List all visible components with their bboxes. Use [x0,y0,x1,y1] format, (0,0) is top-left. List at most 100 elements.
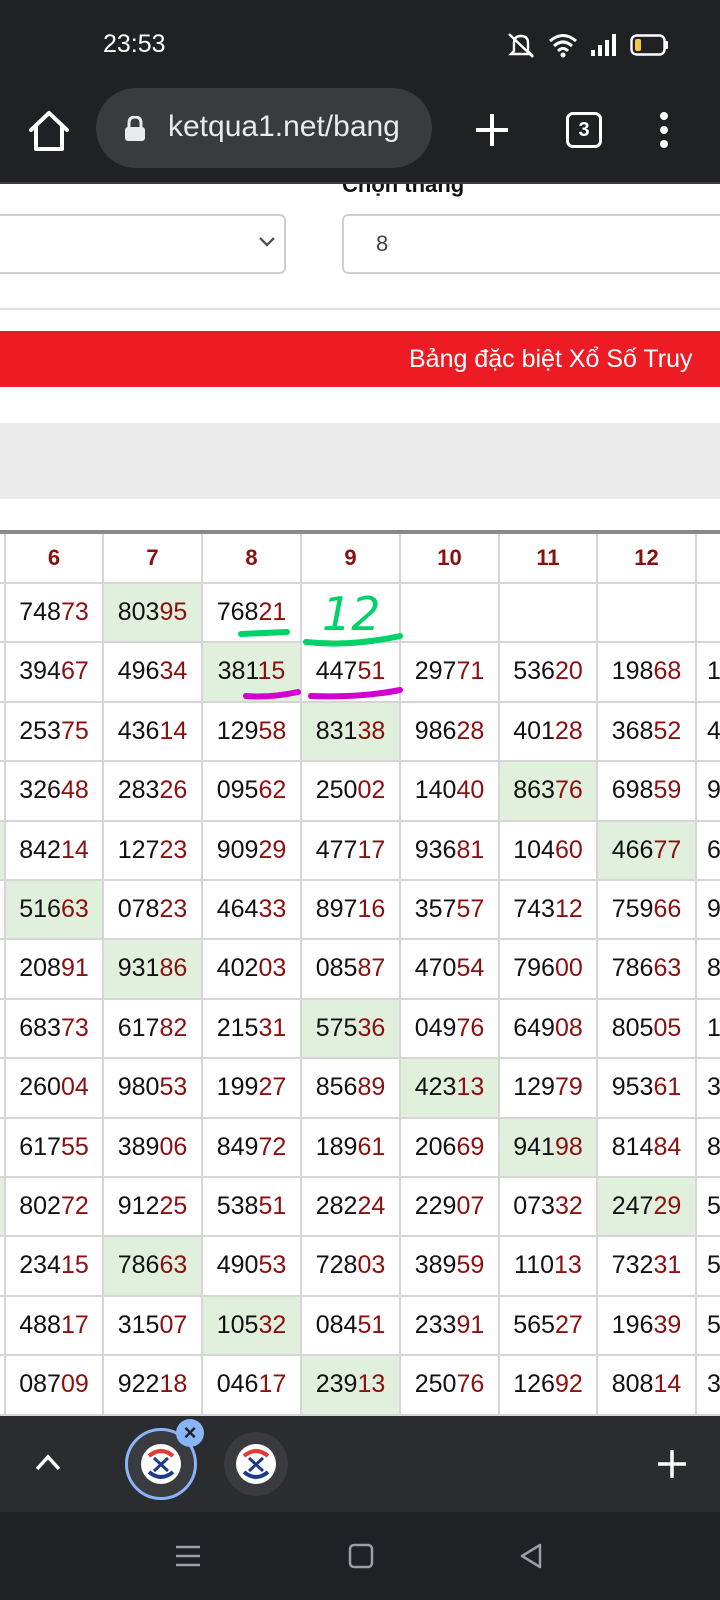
table-cell: 09562 [203,762,302,822]
table-cell: 12979 [500,1059,598,1119]
table-cell: 57536 [302,999,401,1060]
table-cell-edge: 1 [697,643,720,703]
number-head: 126 [513,1370,555,1399]
number-head: 084 [315,1310,358,1339]
month-label: Chọn tháng [342,184,465,197]
number-tail: 33 [258,895,287,923]
number-tail: 62 [258,776,287,805]
number-head: 095 [216,776,259,805]
table-cell: 07823 [104,881,203,941]
table-cell: 12723 [104,821,203,881]
table-cell: 40203 [203,940,302,1000]
table-cell: 94198 [500,1118,598,1178]
number-tail: 92 [554,1370,583,1399]
number-tail: 79 [554,1073,583,1102]
table-cell: 47054 [401,940,500,1000]
number-head: 389 [414,1251,457,1280]
table-cell: 90929 [203,821,302,881]
table-cell-edge: 8 [697,940,720,1000]
address-bar[interactable]: ketqua1.net/bang [96,88,432,168]
number-head: 786 [117,1251,160,1280]
table-cell: 44751 [302,643,401,703]
number-head: 953 [611,1073,654,1102]
table-cell: 83138 [302,702,401,763]
lock-icon [125,116,145,141]
number-head: 381 [217,657,258,686]
table-header-6: 6 [6,534,104,584]
number-tail: 68 [653,657,682,686]
plus-icon[interactable] [656,1448,688,1480]
table-cell-edge: 5 [697,1296,720,1357]
table-cell: 61782 [104,999,203,1060]
number-head: 447 [315,657,358,686]
table-cell: 73231 [598,1237,697,1297]
number-tail: 53 [159,1073,188,1102]
number-head: 206 [414,1132,457,1161]
table-cell: 12958 [203,702,302,763]
more-vert-icon[interactable] [656,110,672,150]
plus-icon[interactable] [472,110,512,150]
number-tail: 08 [554,1013,583,1042]
number-tail: 27 [554,1310,583,1339]
tab-thumb-active[interactable]: × [125,1419,204,1500]
number-head: 229 [414,1192,457,1220]
number-tail: 28 [456,716,485,745]
number-tail: 27 [258,1073,287,1102]
table-cell-edge: 3 [697,1356,720,1416]
system-nav-bar [0,1512,720,1600]
number-tail: 29 [653,1192,682,1220]
number-head: 127 [117,835,160,864]
number-tail: 23 [159,835,188,864]
table-cell: 78663 [104,1237,203,1297]
month-input[interactable]: 8 [342,214,720,274]
table-cell: 20891 [6,940,104,1000]
number-head: 389 [117,1132,160,1161]
number-tail: 26 [159,776,188,805]
table-cell: 19639 [598,1296,697,1357]
table-cell-edge: 4 [697,702,720,763]
table-cell-edge: 6 [697,821,720,881]
table-header-12: 12 [598,534,697,584]
year-select[interactable] [0,214,286,274]
number-head: 198 [611,657,654,686]
number-tail: 00 [554,954,583,983]
table-cell: 49634 [104,643,203,703]
table-cell: 31507 [104,1296,203,1357]
number-tail: 75 [60,716,89,745]
number-tail: 24 [357,1192,386,1220]
recents-icon[interactable] [174,1542,202,1570]
table-cell: 22907 [401,1178,500,1238]
number-head: 250 [315,776,358,805]
home-nav-icon[interactable] [348,1542,374,1570]
number-tail: 04 [60,1073,89,1102]
number-head: 087 [19,1370,61,1399]
back-icon[interactable] [518,1542,544,1570]
table-cell: 29771 [401,643,500,703]
close-icon[interactable]: × [176,1419,204,1447]
table-cell-edge: 1 [697,999,720,1060]
table-cell-edge: 3 [697,1059,720,1119]
table-cell: 49053 [203,1237,302,1297]
number-tail: 76 [456,1370,485,1399]
tab-switcher-button[interactable]: 3 [566,112,602,148]
number-tail: 61 [653,1073,682,1102]
tab-thumb[interactable] [224,1432,288,1496]
chevron-up-icon[interactable] [34,1452,62,1472]
table-cell: 35757 [401,881,500,941]
table-cell: 19927 [203,1059,302,1119]
number-head: 049 [414,1013,457,1042]
table-cell: 07332 [500,1178,598,1238]
number-tail: 28 [554,716,583,745]
table-cell: 23415 [6,1237,104,1297]
number-head: 728 [315,1251,358,1280]
number-head: 282 [315,1192,358,1220]
number-tail: 07 [159,1310,188,1339]
number-tail: 48 [60,776,89,805]
table-cell: 84214 [6,821,104,881]
number-head: 085 [315,954,358,983]
table-cell: 36852 [598,702,697,763]
table-cell: 38906 [104,1118,203,1178]
table-cell: 85689 [302,1059,401,1119]
home-icon[interactable] [26,108,72,154]
number-tail: 54 [456,954,485,983]
